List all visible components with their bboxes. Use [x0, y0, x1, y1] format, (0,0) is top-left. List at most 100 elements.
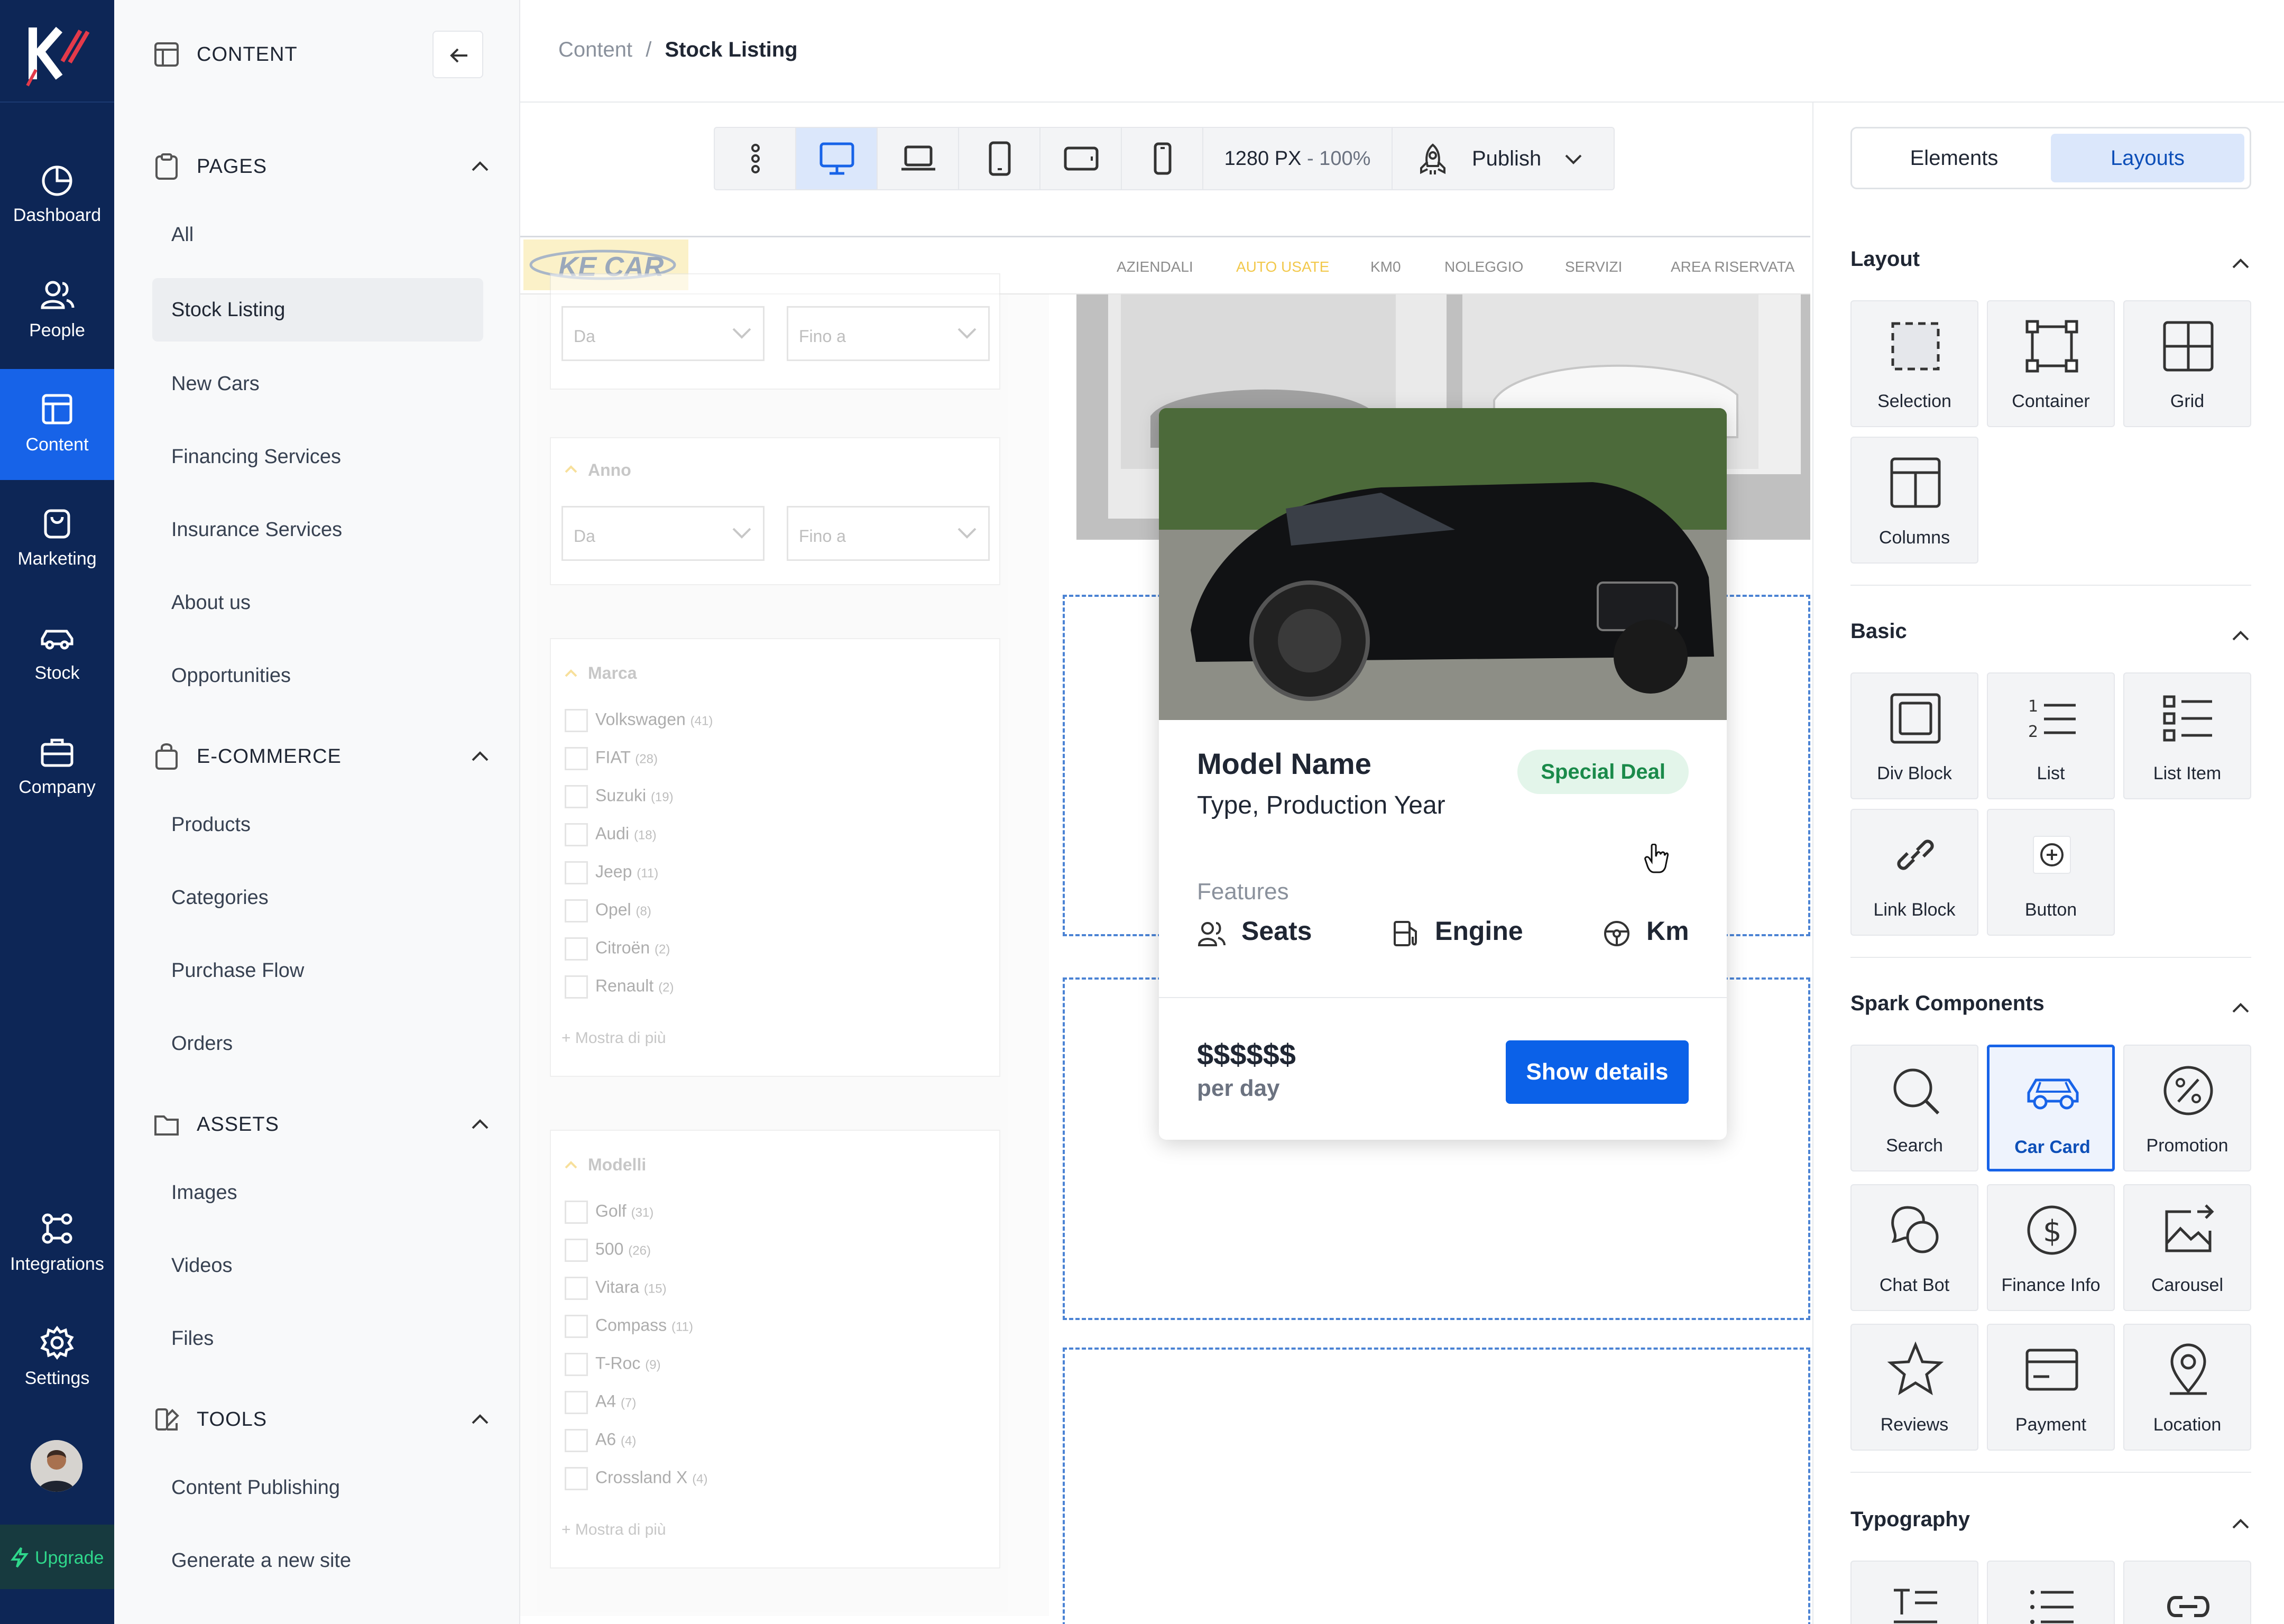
drop-zone[interactable] [1063, 1348, 1810, 1624]
model-checkbox[interactable]: Golf (31) [565, 1201, 653, 1227]
checkbox[interactable] [565, 1201, 588, 1224]
nav-item-images[interactable]: Images [152, 1161, 483, 1224]
nav-item-categories[interactable]: Categories [152, 866, 483, 929]
checkbox[interactable] [565, 1239, 588, 1262]
brand-checkbox[interactable]: Renault (2) [565, 975, 674, 1002]
brand-checkbox[interactable]: Volkswagen (41) [565, 709, 713, 735]
tile-columns[interactable]: Columns [1850, 437, 1978, 564]
publish-button[interactable]: Publish [1393, 128, 1615, 189]
tile-reviews[interactable]: Reviews [1850, 1324, 1978, 1451]
nav-item-content-publishing[interactable]: Content Publishing [152, 1456, 483, 1519]
tile-chat-bot[interactable]: Chat Bot [1850, 1184, 1978, 1311]
nav-item-new-cars[interactable]: New Cars [152, 352, 483, 416]
tablet-portrait-button[interactable] [959, 128, 1040, 189]
checkbox[interactable] [565, 1353, 588, 1376]
tile-location[interactable]: Location [2123, 1324, 2251, 1451]
nav-item-about-us[interactable]: About us [152, 571, 483, 634]
section-tools[interactable]: TOOLS [152, 1401, 491, 1438]
checkbox[interactable] [565, 747, 588, 770]
nav-item-videos[interactable]: Videos [152, 1234, 483, 1297]
tab-elements[interactable]: Elements [1857, 134, 2051, 182]
tile-payment[interactable]: Payment [1987, 1324, 2115, 1451]
nav-item-financing-services[interactable]: Financing Services [152, 425, 483, 488]
model-checkbox[interactable]: Vitara (15) [565, 1277, 667, 1303]
checkbox[interactable] [565, 1315, 588, 1338]
filter-from-select[interactable]: Da [561, 306, 765, 361]
checkbox[interactable] [565, 823, 588, 846]
nav-item-stock-listing[interactable]: Stock Listing [152, 278, 483, 342]
nav-item-orders[interactable]: Orders [152, 1012, 483, 1075]
rail-item-settings[interactable]: Settings [0, 1303, 114, 1414]
tile-button[interactable]: Button [1987, 809, 2115, 936]
collapse-sidebar-button[interactable] [432, 31, 483, 78]
site-menu-servizi[interactable]: SERVIZI [1565, 259, 1622, 275]
tile-finance-info[interactable]: $ Finance Info [1987, 1184, 2115, 1311]
brand-checkbox[interactable]: Suzuki (19) [565, 785, 674, 811]
rail-item-content[interactable]: Content [0, 369, 114, 480]
tablet-landscape-button[interactable] [1040, 128, 1122, 189]
section-ecommerce[interactable]: E-COMMERCE [152, 738, 491, 775]
brand-checkbox[interactable]: Audi (18) [565, 823, 657, 850]
nav-item-files[interactable]: Files [152, 1307, 483, 1370]
rail-item-integrations[interactable]: Integrations [0, 1188, 114, 1299]
tile-car-card[interactable]: Car Card [1987, 1045, 2115, 1171]
breadcrumb-parent[interactable]: Content [558, 38, 632, 61]
tab-layouts[interactable]: Layouts [2051, 134, 2244, 182]
rail-item-dashboard[interactable]: Dashboard [0, 140, 114, 251]
tile-grid[interactable]: Grid [2123, 300, 2251, 427]
checkbox[interactable] [565, 975, 588, 999]
checkbox[interactable] [565, 1467, 588, 1490]
tile-list-item[interactable]: List Item [2123, 672, 2251, 799]
checkbox[interactable] [565, 861, 588, 884]
desktop-view-button[interactable] [796, 128, 878, 189]
model-checkbox[interactable]: A4 (7) [565, 1391, 636, 1417]
rail-item-stock[interactable]: Stock [0, 597, 114, 708]
checkbox[interactable] [565, 1277, 588, 1300]
tile-selection[interactable]: Selection [1850, 300, 1978, 427]
nav-item-insurance-services[interactable]: Insurance Services [152, 498, 483, 561]
tile-heading[interactable] [1850, 1561, 1978, 1624]
rail-item-marketing[interactable]: Marketing [0, 483, 114, 594]
tile-container[interactable]: Container [1987, 300, 2115, 427]
model-checkbox[interactable]: Compass (11) [565, 1315, 693, 1341]
rail-item-company[interactable]: Company [0, 712, 114, 823]
model-checkbox[interactable]: 500 (26) [565, 1239, 651, 1265]
group-layout-header[interactable]: Layout [1850, 247, 2251, 279]
group-typography-header[interactable]: Typography [1850, 1508, 2251, 1539]
site-menu-auto-usate[interactable]: AUTO USATE [1236, 259, 1329, 275]
app-logo[interactable] [0, 0, 114, 103]
more-options-button[interactable] [715, 128, 796, 189]
tile-search[interactable]: Search [1850, 1045, 1978, 1171]
brand-checkbox[interactable]: Citroën (2) [565, 937, 670, 964]
user-avatar[interactable] [31, 1440, 82, 1492]
group-basic-header[interactable]: Basic [1850, 620, 2251, 651]
checkbox[interactable] [565, 937, 588, 961]
nav-item-generate-site[interactable]: Generate a new site [152, 1529, 483, 1592]
site-menu-noleggio[interactable]: NOLEGGIO [1444, 259, 1523, 275]
show-more-brands-link[interactable]: + Mostra di più [561, 1029, 666, 1047]
nav-item-products[interactable]: Products [152, 793, 483, 856]
brand-checkbox[interactable]: FIAT (28) [565, 747, 658, 773]
model-checkbox[interactable]: T-Roc (9) [565, 1353, 661, 1379]
tile-promotion[interactable]: Promotion [2123, 1045, 2251, 1171]
upgrade-button[interactable]: Upgrade [0, 1525, 114, 1589]
group-spark-header[interactable]: Spark Components [1850, 992, 2251, 1023]
show-more-models-link[interactable]: + Mostra di più [561, 1521, 666, 1539]
brand-checkbox[interactable]: Opel (8) [565, 899, 651, 926]
section-pages[interactable]: PAGES [152, 148, 491, 185]
checkbox[interactable] [565, 709, 588, 732]
car-card[interactable]: Model Name Type, Production Year Special… [1159, 408, 1727, 1140]
mobile-view-button[interactable] [1122, 128, 1203, 189]
year-from-select[interactable]: Da [561, 506, 765, 561]
tile-list[interactable]: 12 List [1987, 672, 2115, 799]
tile-text-link[interactable] [2123, 1561, 2251, 1624]
checkbox[interactable] [565, 899, 588, 922]
model-checkbox[interactable]: A6 (4) [565, 1429, 636, 1455]
site-menu-area-riservata[interactable]: AREA RISERVATA [1671, 259, 1794, 275]
site-menu-km0[interactable]: KM0 [1370, 259, 1401, 275]
show-details-button[interactable]: Show details [1506, 1040, 1689, 1104]
nav-item-all[interactable]: All [152, 203, 483, 266]
tile-carousel[interactable]: Carousel [2123, 1184, 2251, 1311]
rail-item-people[interactable]: People [0, 255, 114, 366]
filter-to-select[interactable]: Fino a [787, 306, 990, 361]
